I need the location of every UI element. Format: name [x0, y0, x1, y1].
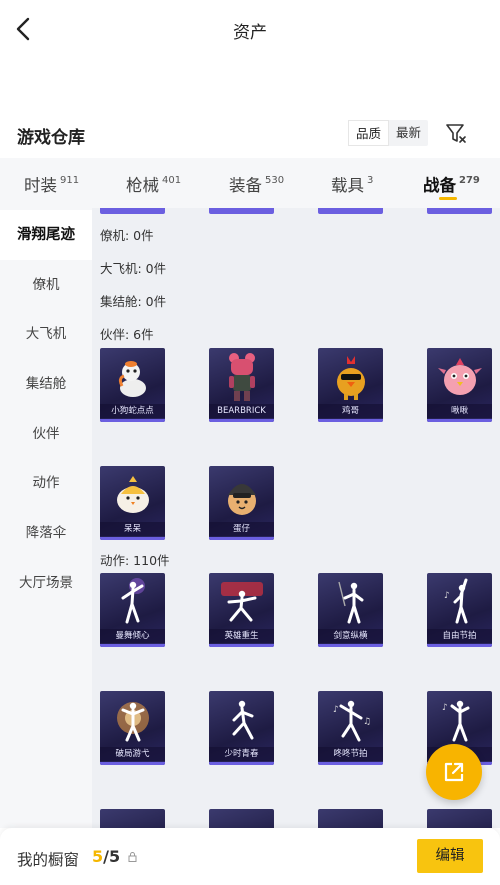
share-button[interactable] — [426, 744, 482, 800]
dancer-silhouette-icon — [209, 691, 274, 748]
item-card[interactable]: 破局游弋 — [100, 691, 165, 765]
group-count-plane: 大飞机: 0件 — [100, 261, 167, 276]
showcase-label: 我的橱窗 — [17, 851, 80, 869]
item-card-name: 咚咚节拍 — [318, 747, 383, 761]
category-tabs: 时装 911 枪械 401 装备 530 载具 3 战备 279 — [0, 158, 500, 208]
item-card-name: 英雄重生 — [209, 629, 274, 643]
item-card[interactable] — [427, 809, 492, 828]
group-count-wingman: 僚机: 0件 — [100, 228, 154, 243]
item-card-name: 鸡哥 — [318, 404, 383, 418]
sort-toggle: 品质 最新 — [348, 120, 429, 146]
dancer-silhouette-icon: ♪ ♫ — [318, 691, 383, 748]
active-tab-indicator — [439, 197, 457, 200]
item-card[interactable]: 英雄重生 — [209, 573, 274, 647]
svg-text:♪: ♪ — [442, 703, 448, 713]
tab-equipment[interactable]: 装备 530 — [229, 172, 284, 196]
section-title: 游戏仓库 — [17, 128, 85, 148]
showcase-count: 5/5 — [92, 847, 121, 866]
chick-icon — [100, 466, 165, 523]
item-card[interactable]: ♪ ♫ 咚咚节拍 — [318, 691, 383, 765]
item-card-partial[interactable] — [318, 208, 383, 214]
page-title: 资产 — [233, 23, 267, 43]
sidebar-item-pod[interactable]: 集结舱 — [0, 359, 92, 409]
item-card[interactable] — [209, 809, 274, 828]
bearbrick-icon — [209, 348, 274, 405]
tab-battle-gear[interactable]: 战备 279 — [423, 172, 480, 196]
item-card-name: 啾啾 — [427, 404, 492, 418]
eggy-icon — [209, 466, 274, 523]
item-card-name: 蛋仔 — [209, 522, 274, 536]
edit-button[interactable]: 编辑 — [417, 839, 483, 873]
sidebar-item-glide-trail[interactable]: 滑翔尾迹 — [0, 210, 92, 260]
chicken-icon — [318, 348, 383, 405]
item-card[interactable]: BEARBRICK — [209, 348, 274, 422]
item-card[interactable]: 小狗蛇点点 — [100, 348, 165, 422]
item-card[interactable]: 曼舞倾心 — [100, 573, 165, 647]
sidebar-item-partner[interactable]: 伙伴 — [0, 409, 92, 459]
sidebar-item-plane[interactable]: 大飞机 — [0, 309, 92, 359]
item-card-name: BEARBRICK — [209, 404, 274, 418]
dancer-silhouette-icon — [100, 573, 165, 630]
item-card-name: 小狗蛇点点 — [100, 404, 165, 418]
dancer-silhouette-icon — [318, 573, 383, 630]
group-count-pod: 集结舱: 0件 — [100, 294, 167, 309]
item-card-partial[interactable] — [427, 208, 492, 214]
sidebar-item-emote[interactable]: 动作 — [0, 458, 92, 508]
dancer-silhouette-icon — [100, 691, 165, 748]
item-card[interactable]: 啾啾 — [427, 348, 492, 422]
sidebar-item-parachute[interactable]: 降落伞 — [0, 508, 92, 558]
group-count-emote: 动作: 110件 — [100, 553, 170, 568]
svg-text:♪: ♪ — [333, 705, 339, 715]
filter-icon[interactable] — [444, 121, 468, 145]
item-card[interactable]: 鸡哥 — [318, 348, 383, 422]
dancer-silhouette-icon: ♪ — [427, 691, 492, 748]
svg-text:♪: ♪ — [444, 591, 450, 601]
item-grid: 僚机: 0件 大飞机: 0件 集结舱: 0件 伙伴: 6件 小狗蛇点点 BEAR… — [92, 208, 500, 828]
item-card-name: 剑意纵横 — [318, 629, 383, 643]
sort-quality-button[interactable]: 品质 — [348, 120, 390, 146]
lock-icon — [128, 852, 137, 862]
item-card-name: 破局游弋 — [100, 747, 165, 761]
sidebar-item-lobby-scene[interactable]: 大厅场景 — [0, 558, 92, 608]
pink-bird-icon — [427, 348, 492, 405]
item-card[interactable]: ♪ 自由节拍 — [427, 573, 492, 647]
sort-latest-button[interactable]: 最新 — [389, 120, 428, 146]
sidebar: 滑翔尾迹 僚机 大飞机 集结舱 伙伴 动作 降落伞 大厅场景 — [0, 208, 92, 828]
item-card[interactable] — [318, 809, 383, 828]
dancer-silhouette-icon: ♪ — [427, 573, 492, 630]
snake-dog-icon — [100, 348, 165, 405]
item-card[interactable] — [100, 809, 165, 828]
item-card[interactable]: 剑意纵横 — [318, 573, 383, 647]
tab-fashion[interactable]: 时装 911 — [24, 172, 79, 196]
item-card[interactable]: 少时青春 — [209, 691, 274, 765]
item-card[interactable]: 呆呆 — [100, 466, 165, 540]
top-bar: 资产 — [0, 0, 500, 58]
tab-guns[interactable]: 枪械 401 — [126, 172, 181, 196]
external-link-icon — [444, 762, 464, 782]
svg-text:♫: ♫ — [363, 717, 371, 727]
item-card-name: 少时青春 — [209, 747, 274, 761]
group-count-partner: 伙伴: 6件 — [100, 327, 154, 342]
item-card-partial[interactable] — [100, 208, 165, 214]
item-card-name: 自由节拍 — [427, 629, 492, 643]
tab-vehicles[interactable]: 载具 3 — [331, 172, 373, 196]
dancer-silhouette-icon — [209, 573, 274, 630]
item-card-name: 曼舞倾心 — [100, 629, 165, 643]
item-card[interactable]: 蛋仔 — [209, 466, 274, 540]
item-card-partial[interactable] — [209, 208, 274, 214]
sidebar-item-wingman[interactable]: 僚机 — [0, 260, 92, 310]
item-card-name: 呆呆 — [100, 522, 165, 536]
